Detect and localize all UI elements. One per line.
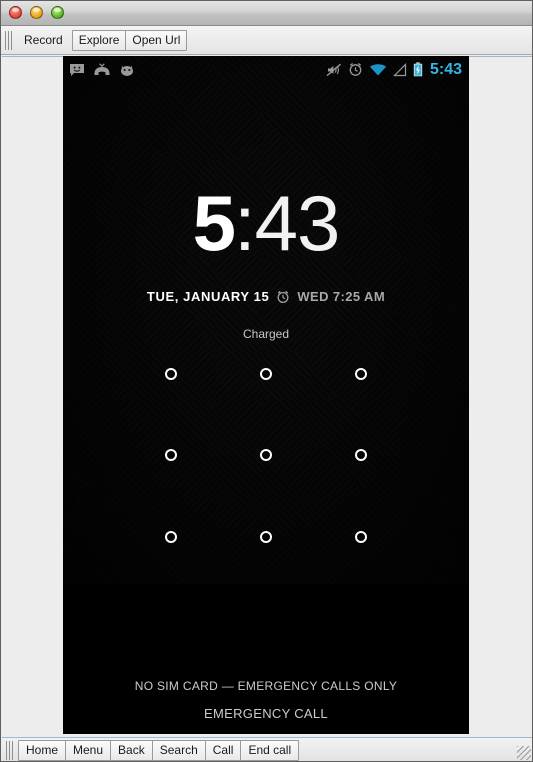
pattern-cell[interactable] (218, 415, 313, 497)
pattern-dot[interactable] (164, 531, 177, 544)
bottom-toolbar-drag-handle[interactable] (6, 740, 13, 760)
pattern-cell[interactable] (123, 333, 218, 415)
window-resize-grip[interactable] (517, 746, 531, 760)
toolbar-drag-handle[interactable] (5, 30, 12, 50)
pattern-dot[interactable] (164, 449, 177, 462)
wifi-icon (369, 63, 387, 75)
window-controls (9, 6, 64, 19)
explore-button[interactable]: Explore (71, 29, 127, 51)
sms-message-icon (70, 63, 84, 76)
back-button[interactable]: Back (110, 739, 153, 761)
pattern-cell[interactable] (218, 496, 313, 578)
menu-button[interactable]: Menu (65, 739, 112, 761)
missed-call-icon (94, 62, 110, 75)
pattern-cell[interactable] (123, 496, 218, 578)
application-window: Record Explore Open Url 5:43 5:43 TUE, J… (0, 0, 533, 762)
close-button[interactable] (9, 6, 22, 19)
lockscreen-alarm-time: WED 7:25 AM (297, 289, 386, 304)
pattern-dot[interactable] (355, 367, 368, 380)
android-status-bar[interactable]: 5:43 (63, 56, 469, 83)
main-toolbar: Record Explore Open Url (1, 26, 532, 55)
record-button[interactable]: Record (17, 31, 70, 49)
lockscreen-clock: 5:43 (63, 184, 469, 262)
status-bar-system-icons: 5:43 (326, 61, 469, 79)
lockscreen-date: TUE, JANUARY 15 (146, 289, 270, 304)
android-bug-icon (121, 65, 133, 76)
pattern-dot[interactable] (355, 531, 368, 544)
battery-charging-icon (413, 62, 423, 77)
alarm-clock-icon (349, 62, 362, 76)
pattern-dot[interactable] (259, 449, 272, 462)
open-url-button[interactable]: Open Url (125, 29, 188, 51)
lockscreen-dateline: TUE, JANUARY 15 WED 7:25 AM (63, 289, 469, 304)
pattern-dot[interactable] (164, 367, 177, 380)
end-call-button[interactable]: End call (240, 739, 300, 761)
alarm-clock-icon (277, 290, 289, 303)
pattern-dot[interactable] (259, 367, 272, 380)
pattern-cell[interactable] (314, 415, 409, 497)
pattern-dot[interactable] (355, 449, 368, 462)
home-button[interactable]: Home (18, 739, 67, 761)
android-device-screen[interactable]: 5:43 5:43 TUE, JANUARY 15 WED 7:25 AM Ch… (63, 56, 469, 734)
pattern-dot[interactable] (259, 531, 272, 544)
device-control-toolbar: Home Menu Back Search Call End call (2, 737, 532, 761)
call-button[interactable]: Call (204, 739, 242, 761)
pattern-cell[interactable] (314, 496, 409, 578)
clock-hour: 5 (192, 179, 236, 267)
pattern-cell[interactable] (314, 333, 409, 415)
clock-minute: :43 (233, 179, 340, 267)
status-bar-clock: 5:43 (429, 60, 462, 78)
emergency-call-button[interactable]: EMERGENCY CALL (63, 706, 469, 721)
vibrate-muted-icon (326, 63, 342, 76)
pattern-cell[interactable] (123, 415, 218, 497)
zoom-button[interactable] (51, 6, 64, 19)
pattern-lock-grid[interactable] (63, 333, 469, 578)
minimize-button[interactable] (30, 6, 43, 19)
status-bar-notifications (63, 62, 136, 77)
search-button[interactable]: Search (151, 739, 206, 761)
pattern-cell[interactable] (218, 333, 313, 415)
window-titlebar[interactable] (1, 1, 532, 26)
signal-triangle-icon (393, 62, 407, 76)
sim-status-text: NO SIM CARD — EMERGENCY CALLS ONLY (134, 679, 398, 693)
